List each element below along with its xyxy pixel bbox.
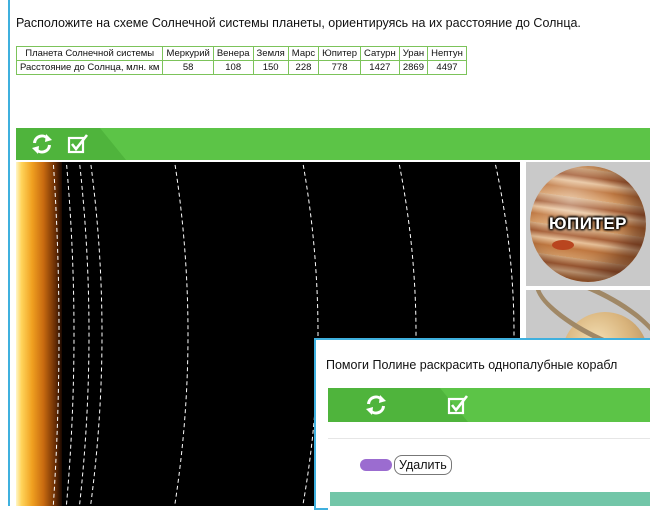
table-cell: Земля xyxy=(252,46,289,61)
table-cell: Юпитер xyxy=(318,46,362,61)
task-dialog: Помоги Полине раскрасить однопалубные ко… xyxy=(314,338,650,519)
table-cell: Сатурн xyxy=(360,46,400,61)
table-cell: 2869 xyxy=(398,60,429,75)
planet-card-jupiter[interactable]: ЮПИТЕР xyxy=(526,162,650,286)
table-cell: 228 xyxy=(287,60,320,75)
delete-button[interactable]: Удалить xyxy=(394,455,452,475)
table-cell: 778 xyxy=(318,60,362,75)
orbit-line xyxy=(78,162,90,506)
dialog-toolbar xyxy=(328,388,650,422)
orbit-line xyxy=(52,162,60,506)
table-cell: Уран xyxy=(398,46,429,61)
table-cell: Меркурий xyxy=(162,46,214,61)
game-field-top xyxy=(330,492,650,506)
table-cell: 58 xyxy=(162,60,214,75)
table-cell: 150 xyxy=(252,60,289,75)
distance-table: Планета Солнечной системы Меркурий Венер… xyxy=(15,46,467,75)
dialog-body: Удалить xyxy=(328,438,650,519)
table-row: Планета Солнечной системы Меркурий Венер… xyxy=(15,46,467,61)
great-red-spot xyxy=(552,240,574,250)
refresh-icon[interactable] xyxy=(30,132,54,156)
table-cell: 1427 xyxy=(360,60,400,75)
table-header-cell: Расстояние до Солнца, млн. км xyxy=(15,60,164,75)
color-swatch[interactable] xyxy=(360,459,392,471)
table-cell: Нептун xyxy=(427,46,467,61)
table-row: Расстояние до Солнца, млн. км 58 108 150… xyxy=(15,60,467,75)
orbit-line xyxy=(65,162,75,506)
orbit-line xyxy=(174,162,189,506)
orbit-line xyxy=(90,162,103,506)
table-cell: Венера xyxy=(212,46,254,61)
table-cell: 4497 xyxy=(427,60,467,75)
table-header-cell: Планета Солнечной системы xyxy=(15,46,164,61)
task-instruction: Расположите на схеме Солнечной системы п… xyxy=(16,16,581,30)
planet-card-label: ЮПИТЕР xyxy=(548,214,628,233)
table-cell: 108 xyxy=(212,60,254,75)
main-toolbar xyxy=(16,128,650,160)
table-cell: Марс xyxy=(287,46,320,61)
checkbox-check-icon[interactable] xyxy=(446,393,470,417)
refresh-icon[interactable] xyxy=(364,393,388,417)
checkbox-check-icon[interactable] xyxy=(66,132,90,156)
dialog-instruction: Помоги Полине раскрасить однопалубные ко… xyxy=(326,358,618,372)
